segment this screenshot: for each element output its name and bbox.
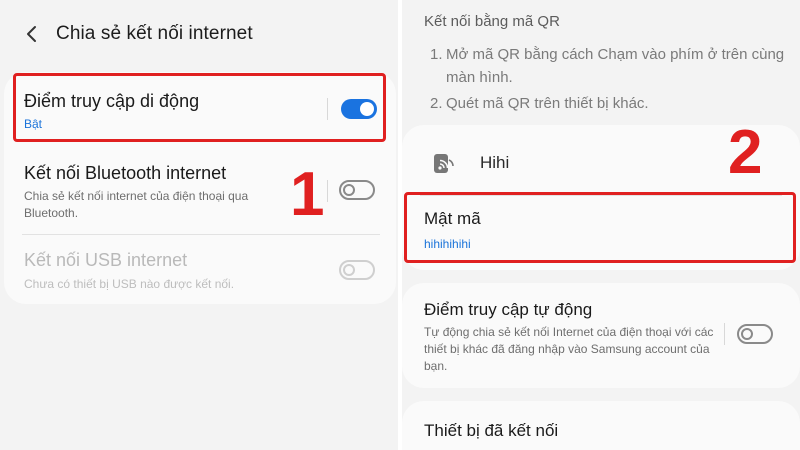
password-value: hihihihihi	[424, 237, 471, 251]
auto-hotspot-description: Tự động chia sẻ kết nối Internet của điệ…	[424, 325, 714, 373]
divider	[724, 323, 725, 345]
connected-devices-title: Thiết bị đã kết nối	[424, 421, 559, 440]
divider	[327, 180, 328, 202]
mobile-hotspot-item[interactable]: Điểm truy cập di động Bật	[4, 72, 396, 142]
auto-hotspot-toggle[interactable]	[737, 324, 773, 344]
bluetooth-tethering-description: Chia sẻ kết nối internet của điện thoại …	[24, 189, 249, 220]
qr-step-number: 1.	[430, 46, 443, 63]
auto-hotspot-title: Điểm truy cập tự động	[424, 300, 593, 319]
divider	[420, 195, 782, 196]
hotspot-icon	[432, 151, 456, 175]
bluetooth-tethering-item[interactable]: Kết nối Bluetooth internet Chia sẻ kết n…	[4, 150, 396, 230]
left-panel: Chia sẻ kết nối internet Điểm truy cập d…	[0, 0, 398, 450]
divider	[327, 98, 328, 120]
usb-tethering-toggle	[339, 260, 375, 280]
mobile-hotspot-status: Bật	[24, 117, 43, 131]
qr-step-text: Mở mã QR bằng cách Chạm vào phím ở trên …	[446, 46, 785, 86]
connected-devices-item[interactable]: Thiết bị đã kết nối	[402, 401, 800, 450]
toggle-knob	[741, 328, 753, 340]
qr-section-title: Kết nối bằng mã QR	[424, 13, 560, 30]
app-header: Chia sẻ kết nối internet	[0, 0, 398, 68]
bluetooth-tethering-toggle[interactable]	[339, 180, 375, 200]
usb-tethering-description: Chưa có thiết bị USB nào được kết nối.	[24, 277, 235, 291]
mobile-hotspot-title: Điểm truy cập di động	[24, 91, 200, 111]
toggle-knob	[343, 184, 355, 196]
toggle-knob	[360, 102, 374, 116]
step-number: 1	[290, 160, 325, 229]
step-number: 2	[728, 118, 763, 187]
network-name[interactable]: Hihi	[480, 153, 509, 173]
bluetooth-tethering-title: Kết nối Bluetooth internet	[24, 163, 227, 183]
page-title: Chia sẻ kết nối internet	[56, 23, 253, 44]
qr-step-number: 2.	[430, 95, 443, 112]
password-label[interactable]: Mật mã	[424, 209, 481, 229]
back-arrow-icon	[27, 26, 36, 42]
mobile-hotspot-toggle[interactable]	[341, 99, 377, 119]
usb-tethering-item: Kết nối USB internet Chưa có thiết bị US…	[4, 235, 396, 304]
right-panel: Kết nối bằng mã QR 1. Mở mã QR bằng cách…	[402, 0, 800, 450]
toggle-knob	[343, 264, 355, 276]
settings-card: Điểm truy cập di động Bật Kết nối Blueto…	[4, 72, 396, 304]
back-button[interactable]	[18, 20, 46, 48]
qr-step-text: Quét mã QR trên thiết bị khác.	[446, 95, 649, 112]
auto-hotspot-item[interactable]: Điểm truy cập tự động Tự động chia sẻ kế…	[402, 283, 800, 388]
usb-tethering-title: Kết nối USB internet	[24, 250, 188, 270]
